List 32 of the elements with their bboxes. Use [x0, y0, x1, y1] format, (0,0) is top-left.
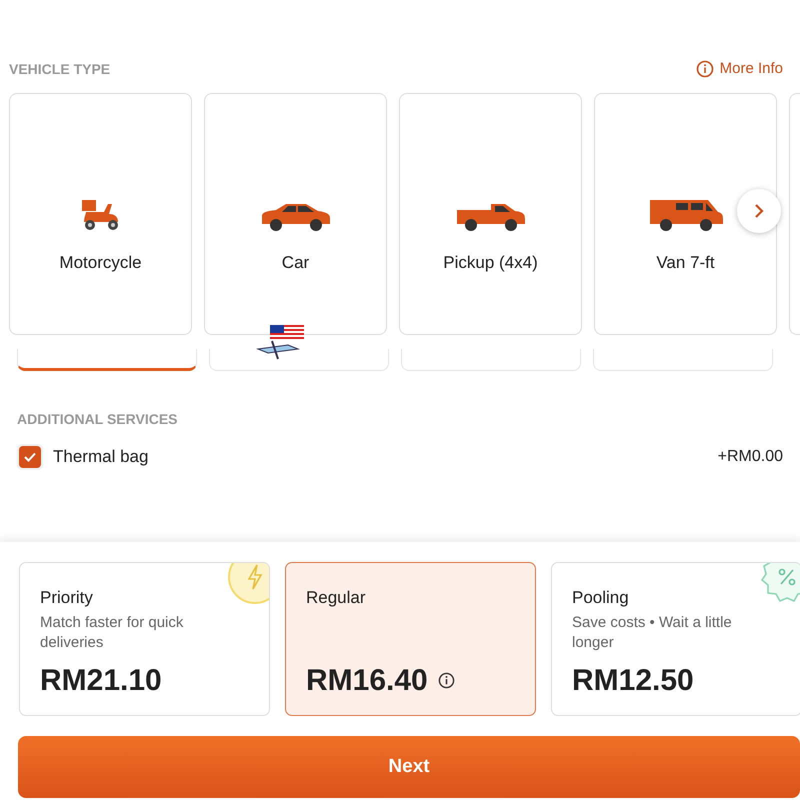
vehicle-name: Van 7-ft	[656, 252, 715, 274]
van-icon	[648, 198, 724, 232]
info-icon[interactable]	[438, 672, 455, 689]
service-price: +RM0.00	[718, 447, 783, 467]
option-name: Pooling	[572, 587, 630, 609]
service-label: Thermal bag	[53, 446, 148, 468]
option-name: Regular	[306, 587, 367, 609]
vehicle-card[interactable]: Motorcycle	[9, 93, 192, 335]
vehicle-name: Car	[282, 252, 310, 274]
vehicle-card[interactable]: Pickup (4x4)	[399, 93, 582, 335]
info-icon	[696, 60, 714, 78]
checkbox[interactable]	[17, 444, 43, 470]
section-title: ADDITIONAL SERVICES	[17, 410, 179, 429]
vehicle-name: Motorcycle	[59, 252, 142, 274]
vehicle-card[interactable]: Car	[204, 93, 387, 335]
option-description: Match faster for quick deliveries	[40, 612, 184, 652]
delivery-option-card[interactable]: Priority Match faster for quick deliveries RM21.10	[19, 562, 270, 716]
option-description: Save costs • Wait a little longer	[572, 612, 733, 652]
option-price: RM12.50	[572, 663, 694, 699]
option-price: RM21.10	[40, 663, 162, 699]
section-title: VEHICLE TYPE	[9, 60, 110, 78]
car-icon	[260, 202, 332, 232]
more-info-link[interactable]: More Info	[696, 58, 783, 80]
delivery-option-card[interactable]: Regular RM16.40	[285, 562, 536, 716]
vehicle-card[interactable]: Van 7-ft	[594, 93, 777, 335]
option-name: Priority	[40, 587, 94, 609]
delivery-option-card[interactable]: Pooling Save costs • Wait a little longer RM12.50	[551, 562, 800, 716]
checkmark-icon	[24, 452, 36, 462]
chevron-right-icon	[754, 204, 764, 218]
pickup-truck-icon	[454, 202, 526, 232]
vehicle-name: Pickup (4x4)	[443, 252, 538, 274]
option-price: RM16.40	[306, 663, 428, 699]
